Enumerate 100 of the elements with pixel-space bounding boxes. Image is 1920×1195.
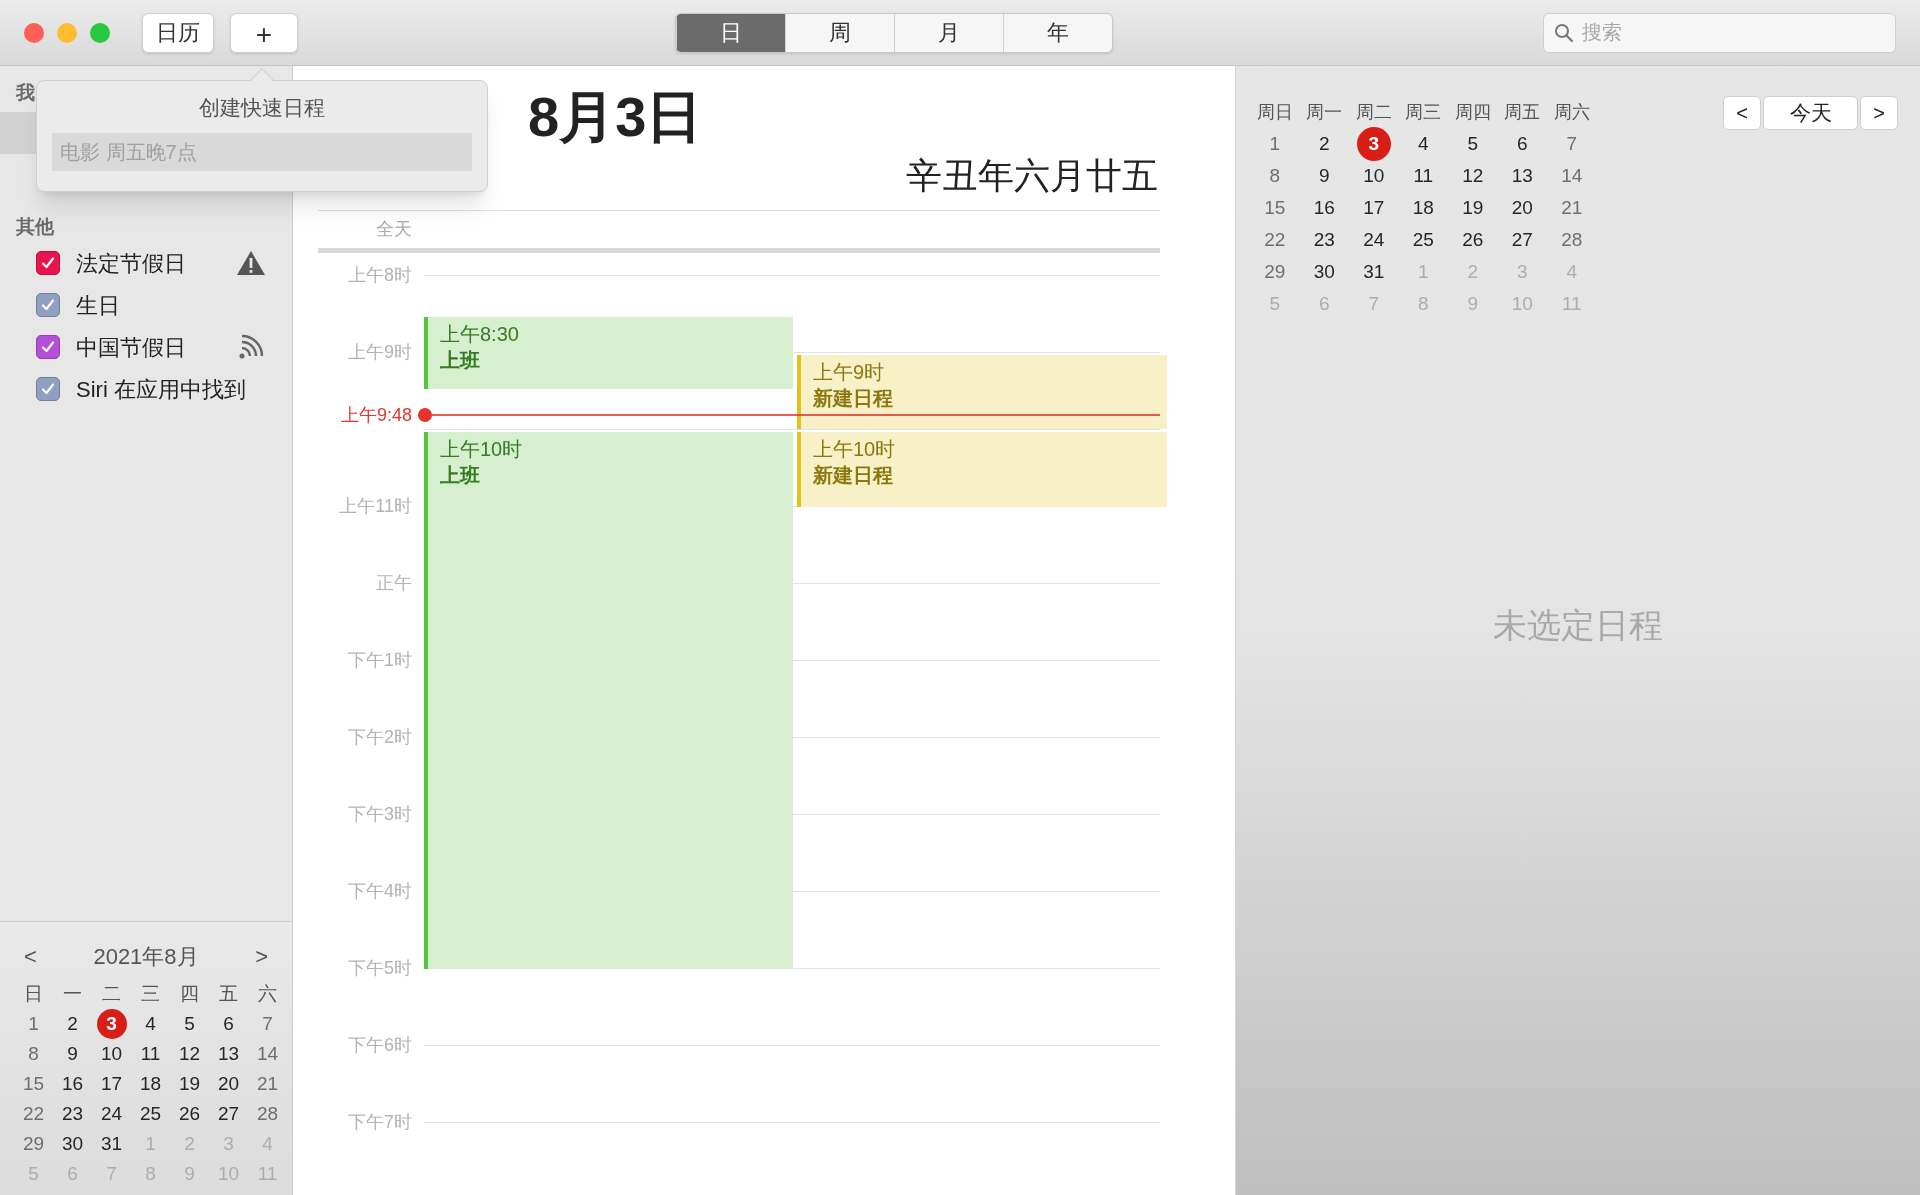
day-number[interactable]: 13	[217, 1039, 240, 1069]
day-number[interactable]: 24	[100, 1099, 123, 1129]
day-number[interactable]: 12	[178, 1039, 201, 1069]
event-block[interactable]: 上午10时 上班	[424, 432, 793, 969]
day-number[interactable]: 23	[1313, 225, 1335, 255]
day-number[interactable]: 30	[1313, 257, 1335, 287]
day-number[interactable]: 8	[28, 1039, 39, 1069]
day-number[interactable]: 25	[139, 1099, 162, 1129]
day-number[interactable]: 9	[1318, 161, 1330, 191]
view-tab[interactable]: 日	[675, 13, 785, 52]
hour-label: 上午8时	[348, 265, 412, 285]
weekday-label: 日	[23, 982, 44, 1006]
close-button[interactable]	[24, 22, 44, 43]
day-number[interactable]: 31	[100, 1129, 123, 1159]
day-number[interactable]: 23	[61, 1099, 84, 1129]
day-number[interactable]: 14	[1561, 161, 1583, 191]
calendar-checkbox[interactable]	[36, 251, 60, 275]
day-number[interactable]: 2	[1318, 129, 1330, 159]
day-number[interactable]: 26	[1462, 225, 1484, 255]
event-block[interactable]: 上午9时 新建日程	[797, 355, 1167, 429]
day-number[interactable]: 7	[1566, 129, 1578, 159]
day-number[interactable]: 21	[256, 1069, 279, 1099]
day-number[interactable]: 15	[22, 1069, 45, 1099]
search-field[interactable]: 搜索	[1582, 13, 1885, 52]
calendar-item[interactable]: 法定节假日	[0, 242, 292, 284]
next-button[interactable]: >	[1860, 96, 1898, 130]
day-number[interactable]: 26	[178, 1099, 201, 1129]
day-number[interactable]: 6	[223, 1009, 234, 1039]
day-number[interactable]: 31	[1363, 257, 1385, 287]
day-number[interactable]: 11	[1413, 161, 1434, 191]
day-number[interactable]: 7	[262, 1009, 273, 1039]
day-number[interactable]: 22	[1264, 225, 1286, 255]
day-number[interactable]: 18	[1412, 193, 1434, 223]
calendar-item[interactable]: Siri 在应用中找到	[0, 368, 292, 410]
event-title: 上班	[440, 348, 481, 373]
previous-month-button[interactable]: <	[24, 940, 37, 973]
day-number[interactable]: 3	[96, 1009, 127, 1039]
view-tab[interactable]: 月	[893, 13, 1003, 52]
day-number[interactable]: 30	[61, 1129, 84, 1159]
event-time: 上午9时	[813, 360, 886, 385]
day-number[interactable]: 29	[22, 1129, 45, 1159]
day-number[interactable]: 13	[1511, 161, 1533, 191]
day-number[interactable]: 5	[184, 1009, 195, 1039]
view-tab[interactable]: 年	[1002, 13, 1112, 52]
weekday-label: 周日	[1255, 101, 1294, 124]
day-number[interactable]: 20	[217, 1069, 240, 1099]
day-number[interactable]: 4	[1417, 129, 1429, 159]
calendar-checkbox[interactable]	[36, 335, 60, 359]
warning-icon	[236, 250, 266, 276]
calendar-checkbox[interactable]	[36, 293, 60, 317]
day-number[interactable]: 22	[22, 1099, 45, 1129]
day-number[interactable]: 28	[1561, 225, 1583, 255]
day-number[interactable]: 1	[28, 1009, 39, 1039]
calendar-item[interactable]: 中国节假日	[0, 326, 292, 368]
calendars-button[interactable]: 日历	[142, 12, 214, 53]
day-number[interactable]: 27	[1511, 225, 1533, 255]
day-number[interactable]: 1	[1269, 129, 1281, 159]
day-number[interactable]: 8	[1269, 161, 1281, 191]
add-button[interactable]: +	[230, 12, 298, 53]
day-number[interactable]: 10	[1363, 161, 1385, 191]
day-number[interactable]: 17	[1363, 193, 1385, 223]
day-number[interactable]: 16	[61, 1069, 84, 1099]
day-number[interactable]: 16	[1313, 193, 1335, 223]
day-number[interactable]: 6	[1516, 129, 1528, 159]
day-number[interactable]: 29	[1264, 257, 1286, 287]
day-number[interactable]: 12	[1462, 161, 1484, 191]
day-number[interactable]: 15	[1264, 193, 1286, 223]
day-number[interactable]: 18	[139, 1069, 162, 1099]
day-number[interactable]: 5	[1467, 129, 1479, 159]
day-number[interactable]: 11	[140, 1039, 161, 1069]
event-block[interactable]: 上午10时 新建日程	[797, 432, 1167, 507]
event-block[interactable]: 上午8:30 上班	[424, 317, 793, 389]
day-number[interactable]: 28	[256, 1099, 279, 1129]
previous-button[interactable]: <	[1723, 96, 1761, 130]
day-number[interactable]: 20	[1511, 193, 1533, 223]
broadcast-icon	[238, 334, 266, 360]
day-number[interactable]: 3	[1356, 127, 1391, 161]
calendar-item[interactable]: 生日	[0, 284, 292, 326]
day-number[interactable]: 14	[256, 1039, 279, 1069]
hour-label: 上午9时	[348, 342, 412, 362]
calendar-checkbox[interactable]	[36, 377, 60, 401]
weekday-label: 周一	[1305, 101, 1344, 124]
quick-event-field[interactable]: 电影 周五晚7点	[52, 133, 472, 171]
view-tab[interactable]: 周	[784, 13, 894, 52]
day-number[interactable]: 2	[67, 1009, 78, 1039]
day-number[interactable]: 21	[1561, 193, 1583, 223]
day-number[interactable]: 19	[178, 1069, 201, 1099]
search-box[interactable]: 搜索	[1543, 12, 1896, 53]
day-number[interactable]: 17	[100, 1069, 123, 1099]
current-time-label: 上午9:48	[339, 404, 412, 427]
day-number[interactable]: 10	[100, 1039, 123, 1069]
weekday-label: 二	[101, 982, 122, 1006]
day-number[interactable]: 24	[1363, 225, 1385, 255]
day-number[interactable]: 19	[1462, 193, 1484, 223]
day-number[interactable]: 25	[1412, 225, 1434, 255]
day-number[interactable]: 9	[67, 1039, 78, 1069]
today-button[interactable]: 今天	[1763, 96, 1858, 130]
day-number[interactable]: 4	[145, 1009, 156, 1039]
next-month-button[interactable]: >	[255, 940, 268, 973]
day-number[interactable]: 27	[217, 1099, 240, 1129]
